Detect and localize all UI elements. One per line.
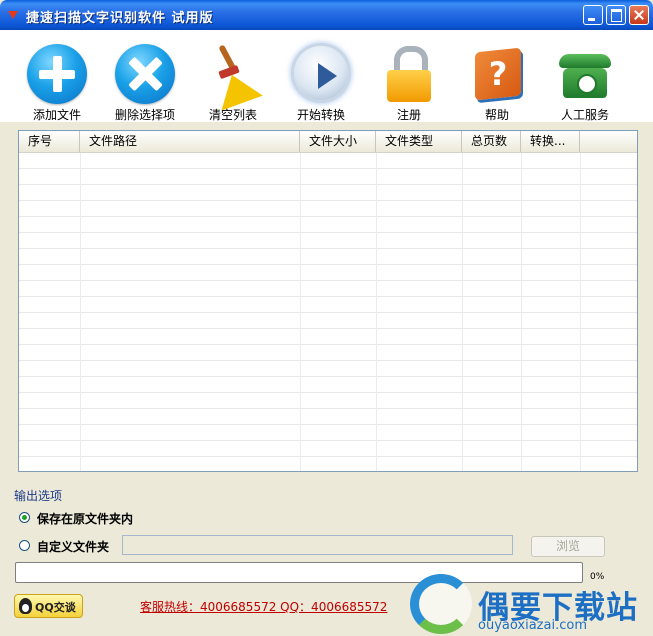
column-divider bbox=[376, 153, 377, 471]
delete-selected-label: 删除选择项 bbox=[114, 108, 175, 122]
qq-penguin-icon bbox=[19, 598, 32, 614]
empty-row bbox=[19, 425, 637, 441]
toolbar: 添加文件 删除选择项 清空列表 开始转换 注册 ? 帮助 人工服务 bbox=[0, 30, 653, 122]
title-bar[interactable]: 捷速扫描文字识别软件 试用版 bbox=[0, 0, 653, 30]
column-divider bbox=[580, 153, 581, 471]
broom-icon bbox=[203, 44, 263, 111]
register-label: 注册 bbox=[396, 108, 421, 122]
empty-row bbox=[19, 457, 637, 471]
browse-button[interactable]: 浏览 bbox=[531, 536, 605, 557]
empty-row bbox=[19, 377, 637, 393]
close-button[interactable] bbox=[629, 5, 649, 25]
qq-chat-label: QQ交谈 bbox=[35, 601, 76, 614]
minimize-button[interactable] bbox=[583, 5, 603, 25]
help-button[interactable]: ? 帮助 bbox=[453, 32, 541, 122]
empty-row bbox=[19, 249, 637, 265]
column-divider bbox=[462, 153, 463, 471]
empty-row bbox=[19, 361, 637, 377]
empty-row bbox=[19, 329, 637, 345]
empty-row bbox=[19, 409, 637, 425]
lock-icon bbox=[379, 44, 439, 104]
empty-row bbox=[19, 297, 637, 313]
register-button[interactable]: 注册 bbox=[365, 32, 453, 122]
start-convert-button[interactable]: 开始转换 bbox=[277, 32, 365, 122]
delete-selected-icon bbox=[115, 44, 175, 104]
column-index[interactable]: 序号 bbox=[19, 131, 80, 152]
empty-row bbox=[19, 345, 637, 361]
column-size[interactable]: 文件大小 bbox=[300, 131, 376, 152]
clear-list-label: 清空列表 bbox=[208, 108, 257, 122]
column-divider bbox=[521, 153, 522, 471]
window-title: 捷速扫描文字识别软件 试用版 bbox=[26, 11, 214, 26]
save-original-label[interactable]: 保存在原文件夹内 bbox=[37, 510, 133, 527]
clear-list-button[interactable]: 清空列表 bbox=[189, 32, 277, 122]
conversion-progress-bar bbox=[15, 562, 583, 583]
phone-icon bbox=[555, 44, 615, 104]
empty-row bbox=[19, 265, 637, 281]
watermark-logo-icon bbox=[410, 574, 472, 634]
help-label: 帮助 bbox=[484, 108, 509, 122]
qq-chat-button[interactable]: QQ交谈 bbox=[14, 594, 83, 618]
save-original-radio[interactable] bbox=[19, 512, 30, 523]
manual-service-button[interactable]: 人工服务 bbox=[541, 32, 629, 122]
custom-folder-label[interactable]: 自定义文件夹 bbox=[37, 538, 109, 555]
empty-row bbox=[19, 185, 637, 201]
column-divider bbox=[300, 153, 301, 471]
column-path[interactable]: 文件路径 bbox=[80, 131, 300, 152]
service-hotline-link[interactable]: 客服热线：4006685572 QQ：4006685572 bbox=[140, 598, 387, 615]
output-options-title: 输出选项 bbox=[14, 489, 63, 503]
maximize-button[interactable] bbox=[606, 5, 626, 25]
empty-row bbox=[19, 169, 637, 185]
empty-row bbox=[19, 233, 637, 249]
help-book-icon: ? bbox=[467, 44, 527, 104]
empty-row bbox=[19, 281, 637, 297]
empty-row bbox=[19, 441, 637, 457]
column-pages[interactable]: 总页数 bbox=[462, 131, 521, 152]
file-list-header: 序号 文件路径 文件大小 文件类型 总页数 转换... bbox=[19, 131, 637, 153]
app-icon[interactable] bbox=[6, 7, 20, 21]
custom-folder-radio[interactable] bbox=[19, 540, 30, 551]
empty-row bbox=[19, 217, 637, 233]
manual-service-label: 人工服务 bbox=[560, 108, 609, 122]
delete-selected-button[interactable]: 删除选择项 bbox=[101, 32, 189, 122]
custom-folder-path-input[interactable] bbox=[122, 535, 513, 555]
empty-row bbox=[19, 201, 637, 217]
play-icon bbox=[294, 46, 348, 100]
progress-percent: 0% bbox=[590, 572, 605, 582]
empty-row bbox=[19, 153, 637, 169]
add-file-label: 添加文件 bbox=[32, 108, 81, 122]
column-convert[interactable]: 转换... bbox=[521, 131, 580, 152]
empty-row bbox=[19, 313, 637, 329]
column-type[interactable]: 文件类型 bbox=[376, 131, 462, 152]
watermark-url: ouyaoxiazai.com bbox=[478, 618, 587, 633]
file-list-body bbox=[19, 153, 637, 471]
column-divider bbox=[80, 153, 81, 471]
empty-row bbox=[19, 393, 637, 409]
add-file-icon bbox=[27, 44, 87, 104]
start-convert-label: 开始转换 bbox=[296, 108, 345, 122]
add-file-button[interactable]: 添加文件 bbox=[13, 32, 101, 122]
file-list[interactable]: 序号 文件路径 文件大小 文件类型 总页数 转换... bbox=[18, 130, 638, 472]
